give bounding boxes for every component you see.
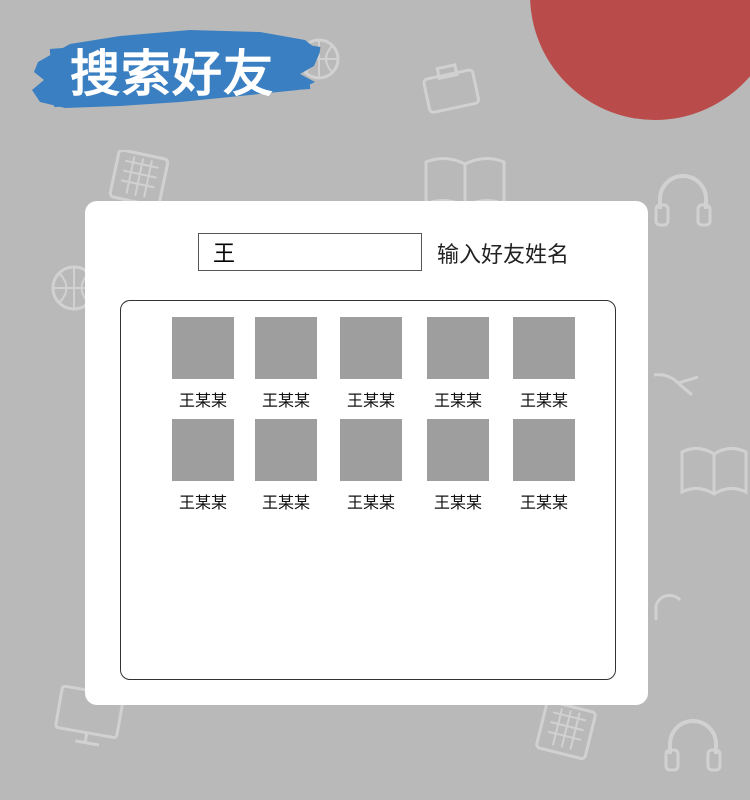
friend-item[interactable]: 王某某 [246,419,326,513]
friend-item[interactable]: 王某某 [163,317,243,411]
briefcase-icon [422,63,480,114]
friend-name: 王某某 [519,391,568,410]
avatar [172,317,234,379]
avatar [255,317,317,379]
friend-name: 王某某 [433,493,482,512]
friend-item[interactable]: 王某某 [418,317,498,411]
friend-item[interactable]: 王某某 [504,419,584,513]
friend-name: 王某某 [433,391,482,410]
avatar [513,317,575,379]
back-button[interactable]: 后退 [530,0,750,120]
page-header: 搜索好友 [30,22,325,112]
search-hint-label: 输入好友姓名 [437,243,570,268]
friend-name: 王某某 [346,391,395,410]
friend-name: 王某某 [178,391,227,410]
friend-item[interactable]: 王某某 [331,317,411,411]
avatar [427,419,489,481]
headphones-icon [654,593,682,620]
friend-item[interactable]: 王某某 [418,419,498,513]
keyboard-icon [535,700,597,760]
avatar [513,419,575,481]
avatar [427,317,489,379]
headphones-icon [654,174,712,227]
person-icon [653,373,699,397]
friend-item[interactable]: 王某某 [504,317,584,411]
friend-name: 王某某 [261,391,310,410]
book-icon [680,447,748,496]
avatar [340,419,402,481]
avatar [255,419,317,481]
avatar [340,317,402,379]
friend-item[interactable]: 王某某 [246,317,326,411]
friend-name: 王某某 [178,493,227,512]
friend-name: 王某某 [346,493,395,512]
headphones-icon [664,719,722,772]
friend-name: 王某某 [261,493,310,512]
keyboard-icon [108,150,170,206]
friend-name: 王某某 [519,493,568,512]
friend-item[interactable]: 王某某 [331,419,411,513]
avatar [172,419,234,481]
search-panel: 输入好友姓名 王某某 王某某 王某某 王某某 王某某 王某某 [85,201,648,705]
page-title: 搜索好友 [70,45,274,103]
friend-name-input[interactable] [198,233,422,271]
friend-item[interactable]: 王某某 [163,419,243,513]
search-results-list: 王某某 王某某 王某某 王某某 王某某 王某某 王某某 王某某 王某某 王某某 [120,300,616,680]
